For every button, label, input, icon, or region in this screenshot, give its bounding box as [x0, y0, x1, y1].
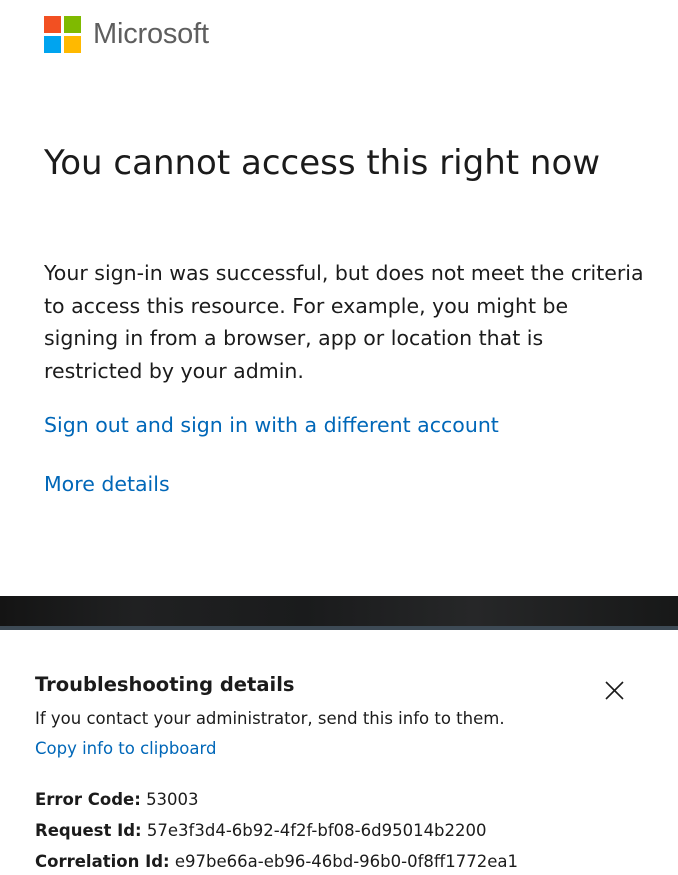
sign-out-link[interactable]: Sign out and sign in with a different ac… — [44, 413, 499, 437]
close-icon — [605, 681, 624, 700]
sign-in-card: Microsoft You cannot access this right n… — [0, 0, 678, 596]
troubleshooting-panel: Troubleshooting details If you contact y… — [0, 630, 678, 875]
dark-separator-band — [0, 596, 678, 630]
logo-square-green — [64, 15, 81, 33]
correlation-id-label: Correlation Id: — [35, 852, 170, 871]
troubleshooting-subtitle: If you contact your administrator, send … — [35, 709, 505, 728]
page-title: You cannot access this right now — [44, 143, 601, 183]
correlation-id-value: e97be66a-eb96-46bd-96b0-0f8ff1772ea1 — [174, 852, 519, 871]
more-details-link[interactable]: More details — [44, 472, 170, 496]
request-id-label: Request Id: — [35, 821, 142, 840]
access-denied-description: Your sign-in was successful, but does no… — [44, 261, 644, 383]
microsoft-brand: Microsoft — [44, 14, 209, 54]
error-code-row: Error Code: 53003 — [35, 790, 199, 809]
request-id-row: Request Id: 57e3f3d4-6b92-4f2f-bf08-6d95… — [35, 821, 487, 840]
brand-name: Microsoft — [93, 17, 209, 50]
error-code-value: 53003 — [146, 790, 199, 809]
close-button[interactable] — [602, 678, 628, 704]
copy-info-link[interactable]: Copy info to clipboard — [35, 739, 216, 758]
troubleshooting-title: Troubleshooting details — [35, 673, 295, 696]
correlation-id-row: Correlation Id: e97be66a-eb96-46bd-96b0-… — [35, 852, 518, 871]
logo-square-blue — [44, 35, 61, 53]
logo-square-red — [44, 15, 61, 33]
request-id-value: 57e3f3d4-6b92-4f2f-bf08-6d95014b2200 — [146, 821, 487, 840]
error-code-label: Error Code: — [35, 790, 141, 809]
logo-square-yellow — [64, 35, 81, 53]
microsoft-logo-icon — [44, 15, 81, 53]
